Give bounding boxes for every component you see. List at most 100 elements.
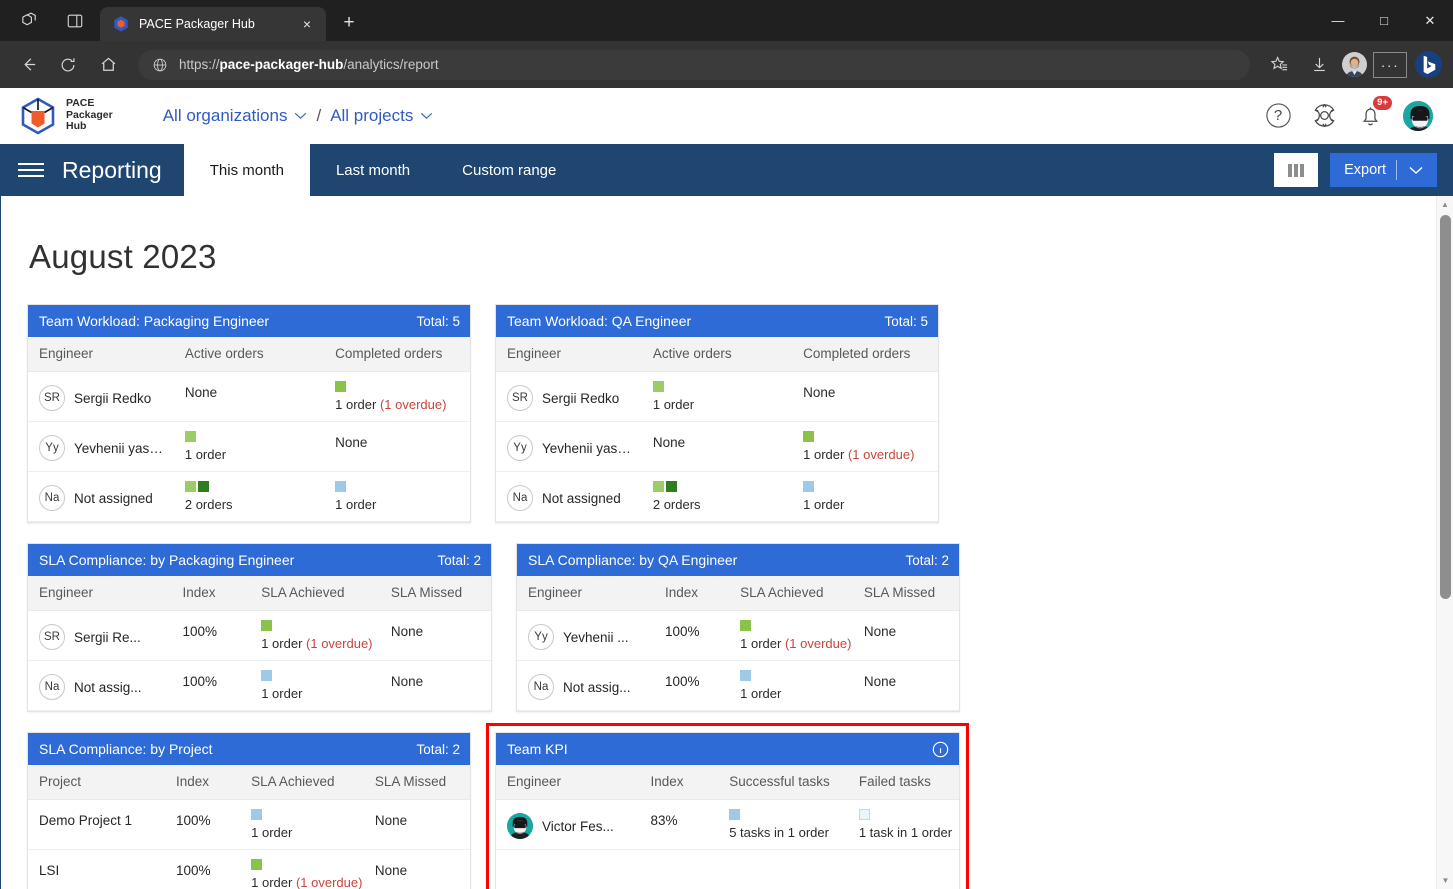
table-row[interactable]: Yy Yevhenii ... 100% 1 order (1 overdue) Non… bbox=[517, 610, 959, 661]
split-screen-icon[interactable] bbox=[60, 6, 90, 36]
table-row[interactable]: Na Not assig... 100% 1 order None bbox=[517, 660, 959, 711]
org-project-breadcrumb: All organizations / All projects bbox=[163, 106, 434, 126]
metric-bar[interactable] bbox=[335, 481, 347, 492]
table-row[interactable]: Na Not assigned 2 orders 1 order bbox=[496, 471, 938, 522]
table-column-header: Index bbox=[639, 765, 719, 800]
metric-label: 5 tasks in 1 order bbox=[729, 825, 829, 840]
metric-bar[interactable] bbox=[858, 809, 870, 820]
chevron-down-icon bbox=[294, 112, 307, 120]
browser-profile-avatar[interactable] bbox=[1342, 52, 1367, 77]
metric-cell: 1 order bbox=[792, 471, 938, 522]
gear-icon[interactable] bbox=[1309, 101, 1339, 131]
downloads-icon[interactable] bbox=[1302, 49, 1336, 81]
metric-cell: None bbox=[379, 660, 491, 711]
metric-bar[interactable] bbox=[261, 670, 273, 681]
metric-bar[interactable] bbox=[803, 481, 815, 492]
report-card: Team Workload: QA Engineer Total: 5 Engine… bbox=[495, 304, 939, 523]
metric-label: 1 order (1 overdue) bbox=[803, 447, 915, 462]
table-row[interactable]: SR Sergii Redko None 1 order (1 overdue) bbox=[28, 371, 470, 422]
favorites-icon[interactable] bbox=[1262, 49, 1296, 81]
metric-cell: None bbox=[363, 849, 470, 889]
metric-bar[interactable] bbox=[652, 381, 664, 392]
close-tab-icon[interactable]: × bbox=[296, 13, 318, 35]
metric-bar[interactable] bbox=[729, 809, 741, 820]
table-row[interactable]: Victor Fes... 83% 5 tasks in 1 order 1 task… bbox=[496, 799, 959, 850]
table-row[interactable]: Na Not assig... 100% 1 order None bbox=[28, 660, 491, 711]
table-row[interactable]: Yy Yevhenii yash... None 1 order (1 overdue… bbox=[496, 421, 938, 472]
metric-bar[interactable] bbox=[251, 859, 263, 870]
metric-bar[interactable] bbox=[740, 670, 752, 681]
app-logo[interactable]: PACE Packager Hub bbox=[20, 97, 113, 135]
info-icon[interactable] bbox=[932, 741, 949, 758]
metric-bars bbox=[261, 670, 372, 681]
metric-bar[interactable] bbox=[197, 481, 209, 492]
project-selector[interactable]: All projects bbox=[330, 106, 433, 126]
metric-bar[interactable] bbox=[803, 431, 815, 442]
metric-bar[interactable] bbox=[740, 620, 752, 631]
export-button[interactable]: Export bbox=[1330, 153, 1437, 187]
new-tab-button[interactable]: + bbox=[334, 8, 364, 38]
entity-name: Yevhenii yash... bbox=[74, 440, 166, 456]
browser-settings-more-button[interactable]: ··· bbox=[1373, 51, 1407, 78]
user-avatar[interactable] bbox=[1401, 98, 1435, 133]
export-chevron-down-icon[interactable] bbox=[1407, 166, 1435, 175]
bing-copilot-icon[interactable] bbox=[1413, 50, 1443, 80]
metric-bar[interactable] bbox=[184, 481, 196, 492]
columns-settings-button[interactable] bbox=[1274, 153, 1319, 187]
index-cell: 100% bbox=[654, 610, 730, 661]
report-content: August 2023 Team Workload: Packaging Eng… bbox=[1, 196, 1453, 889]
report-card-title: Team Workload: QA Engineer bbox=[507, 313, 692, 329]
metric-bar[interactable] bbox=[251, 809, 263, 820]
table-row[interactable]: Demo Project 1 100% 1 order None bbox=[28, 799, 470, 850]
table-row[interactable]: SR Sergii Redko 1 order None bbox=[496, 371, 938, 422]
home-icon[interactable] bbox=[90, 49, 126, 81]
tab-last-month[interactable]: Last month bbox=[310, 144, 436, 196]
help-icon[interactable]: ? bbox=[1263, 101, 1293, 131]
metric-bar[interactable] bbox=[184, 431, 196, 442]
metric-none-label: None bbox=[374, 863, 408, 878]
report-card-total: Total: 2 bbox=[416, 741, 460, 757]
metric-none-label: None bbox=[863, 674, 897, 689]
tab-this-month[interactable]: This month bbox=[183, 144, 310, 196]
table-row[interactable]: Na Not assigned 2 orders 1 order bbox=[28, 471, 470, 522]
scroll-down-arrow-icon[interactable]: ▼ bbox=[1437, 872, 1453, 889]
metric-cell: 1 order (1 overdue) bbox=[324, 371, 470, 422]
metric-cell: None bbox=[641, 421, 793, 472]
metric-bar[interactable] bbox=[335, 381, 347, 392]
breadcrumb-separator: / bbox=[316, 105, 322, 125]
minimize-button[interactable]: — bbox=[1315, 0, 1361, 41]
entity-name: Yevhenii yash... bbox=[542, 440, 634, 456]
reporting-toolbar: Reporting This month Last month Custom r… bbox=[0, 144, 1453, 196]
avatar: Na bbox=[39, 674, 65, 700]
scroll-up-arrow-icon[interactable]: ▲ bbox=[1437, 196, 1453, 213]
metric-label: 2 orders bbox=[184, 497, 233, 512]
tab-custom-range[interactable]: Custom range bbox=[436, 144, 582, 196]
table-row[interactable]: SR Sergii Re... 100% 1 order (1 overdue) Non… bbox=[28, 610, 491, 661]
vertical-scrollbar[interactable]: ▲ ▼ bbox=[1436, 196, 1453, 889]
index-cell: 83% bbox=[639, 799, 719, 850]
notifications-icon[interactable]: 9+ bbox=[1355, 95, 1392, 131]
metric-cell: None bbox=[324, 421, 470, 472]
entity-cell: Na Not assig... bbox=[517, 660, 655, 711]
back-icon[interactable] bbox=[10, 49, 46, 81]
entity-name: Not assigned bbox=[74, 490, 153, 506]
metric-bar[interactable] bbox=[261, 620, 273, 631]
org-selector[interactable]: All organizations bbox=[163, 106, 308, 126]
metric-bar[interactable] bbox=[652, 481, 664, 492]
table-row[interactable]: LSI 100% 1 order (1 overdue) None bbox=[28, 849, 470, 889]
close-window-button[interactable]: ✕ bbox=[1407, 0, 1453, 41]
metric-bar[interactable] bbox=[665, 481, 677, 492]
table-row[interactable]: Yy Yevhenii yash... 1 order None bbox=[28, 421, 470, 472]
titlebar-left-icons bbox=[0, 0, 90, 41]
browser-tab[interactable]: PACE Packager Hub × bbox=[100, 7, 326, 41]
table-header-row: Engineer Index SLA Achieved SLA Missed bbox=[517, 576, 959, 611]
scrollbar-thumb[interactable] bbox=[1440, 215, 1451, 599]
tab-title: PACE Packager Hub bbox=[139, 17, 255, 31]
address-bar[interactable]: https://pace-packager-hub/analytics/repo… bbox=[138, 49, 1250, 80]
menu-hamburger-icon[interactable] bbox=[0, 144, 62, 196]
tab-groups-icon[interactable] bbox=[14, 6, 44, 36]
report-table: Engineer Index SLA Achieved SLA Missed Yy Yev… bbox=[517, 576, 959, 711]
reload-icon[interactable] bbox=[50, 49, 86, 81]
maximize-button[interactable]: □ bbox=[1361, 0, 1407, 41]
metric-bars bbox=[729, 809, 840, 820]
